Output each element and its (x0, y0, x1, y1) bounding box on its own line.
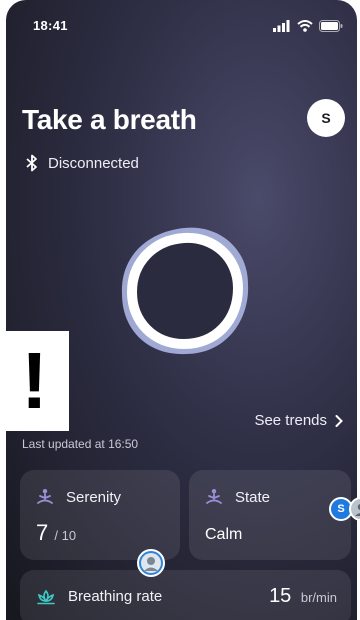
battery-icon (319, 20, 343, 32)
breathing-rate-value-row: 15 br/min (269, 585, 337, 608)
status-icons (273, 20, 343, 32)
breathing-rate-card[interactable]: Breathing rate 15 br/min (20, 570, 351, 620)
serenity-value-row: 7 / 10 (36, 520, 76, 546)
serenity-scale: / 10 (54, 528, 77, 543)
state-value: Calm (205, 526, 243, 543)
meditation-icon (206, 489, 222, 504)
see-trends-link[interactable]: See trends (254, 412, 343, 429)
breathing-rate-label: Breathing rate (68, 588, 163, 605)
serenity-card-header: Serenity (36, 488, 121, 506)
breathing-ring-line (126, 232, 244, 350)
page-title: Take a breath (22, 104, 197, 135)
state-label: State (235, 488, 271, 506)
serenity-card[interactable]: Serenity 7 / 10 (20, 470, 180, 560)
app-screen: 18:41 Take a breath S Disconnected See t… (6, 0, 357, 620)
breathing-rate-value: 15 (269, 585, 292, 607)
state-card[interactable]: State Calm (189, 470, 351, 560)
serenity-value: 7 (36, 520, 49, 545)
connection-status[interactable]: Disconnected (26, 154, 139, 172)
state-card-header: State (205, 488, 270, 506)
connection-label: Disconnected (48, 154, 139, 172)
status-bar: 18:41 (6, 12, 357, 36)
lotus-icon (37, 589, 55, 604)
person-icon (141, 553, 161, 573)
breathing-rate-unit: br/min (300, 590, 337, 605)
signal-icon (273, 20, 290, 32)
meditation-icon (37, 489, 53, 504)
last-updated-text: Last updated at 16:50 (22, 437, 139, 451)
wifi-icon (297, 20, 313, 32)
exclamation-overlay: ! (0, 331, 69, 431)
chevron-right-icon (335, 414, 343, 427)
see-trends-label: See trends (254, 412, 327, 429)
profile-avatar-button[interactable]: S (307, 99, 345, 137)
breathing-rate-header: Breathing rate (36, 588, 162, 605)
bluetooth-icon (26, 154, 37, 172)
breathing-ring[interactable] (114, 222, 254, 362)
serenity-label: Serenity (66, 488, 122, 506)
status-time: 18:41 (33, 18, 68, 33)
person-icon (355, 503, 360, 516)
floating-avatar-bubble[interactable] (137, 549, 165, 577)
